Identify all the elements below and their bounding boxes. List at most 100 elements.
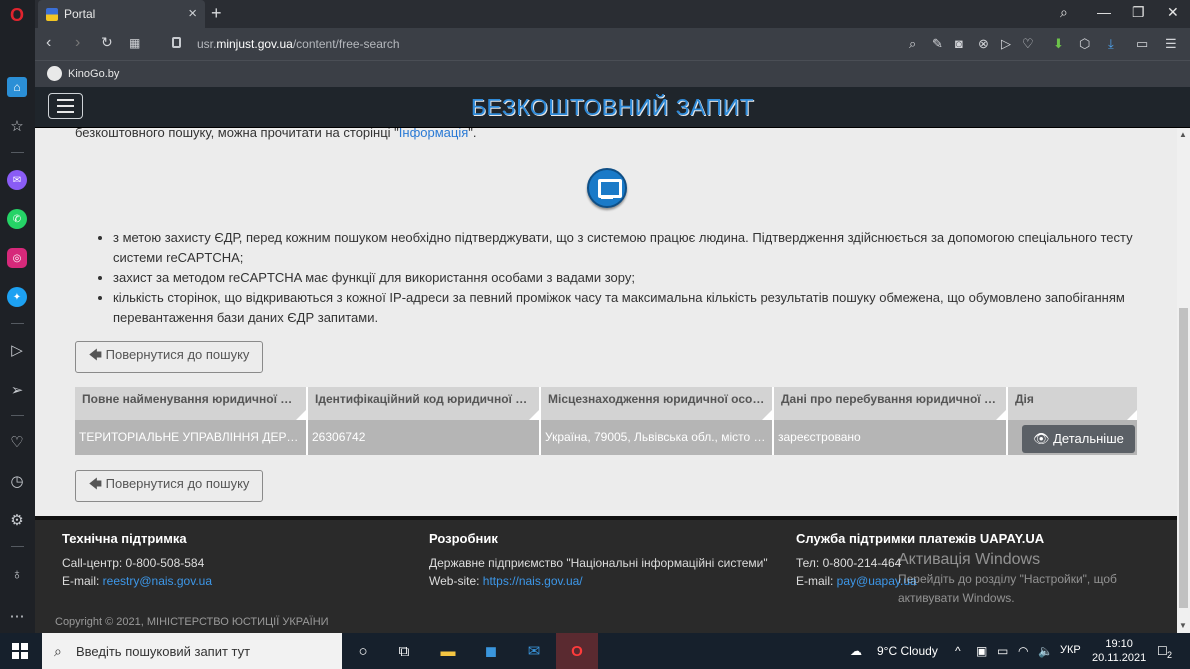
settings-icon[interactable]: ⚙ [7, 510, 27, 530]
flow-icon[interactable]: ▷ [1001, 36, 1011, 52]
page-title: БЕЗКОШТОВНИЙ ЗАПИТ [470, 94, 755, 120]
minimize-icon[interactable]: — [1097, 4, 1111, 20]
windows-start-icon[interactable] [12, 643, 28, 659]
close-icon[interactable]: ✕ [1167, 4, 1179, 21]
page-scrollbar[interactable]: ▲ ▼ [1177, 128, 1190, 633]
back-to-search-button[interactable]: 🡄 Повернутися до пошуку [75, 341, 263, 373]
mail-icon[interactable]: ✉ [523, 641, 545, 661]
kinogo-favicon-icon [47, 66, 62, 81]
tab-close-icon[interactable]: × [188, 5, 197, 22]
language-indicator[interactable]: УКР [1060, 644, 1081, 656]
taskbar-clock[interactable]: 19:10 20.11.2021 [1092, 637, 1146, 665]
info-link[interactable]: Інформація [399, 128, 469, 140]
list-item: захист за методом reCAPTCHA має функції … [113, 268, 1142, 288]
cell-action: 👁 Детальніше [1008, 420, 1137, 455]
support-email-link[interactable]: reestry@nais.gov.ua [103, 574, 212, 588]
column-header-action: Дія [1008, 387, 1137, 420]
bookmark-heart-icon[interactable]: ♡ [1022, 36, 1034, 52]
intro-text: безкоштовного пошуку, можна прочитати на… [75, 128, 477, 140]
tips-icon[interactable]: ♁ [7, 564, 27, 584]
support-title: Технічна підтримка [62, 531, 187, 546]
search-tabs-icon[interactable]: ⌕ [1060, 4, 1068, 21]
weather-icon[interactable]: ☁ [850, 644, 862, 658]
wifi-icon[interactable]: ◠ [1018, 644, 1028, 658]
weather-text[interactable]: 9°C Cloudy [877, 644, 938, 658]
sidebar-divider [11, 546, 24, 547]
instagram-icon[interactable]: ◎ [7, 248, 27, 268]
eye-icon: 👁 [1033, 431, 1054, 446]
battery-icon[interactable]: ▭ [997, 644, 1008, 658]
tab-portal[interactable]: Portal × [38, 0, 205, 28]
taskbar-search-input[interactable]: ⌕ Введіть пошуковий запит тут [42, 633, 342, 669]
developer-web-row: Web-site: https://nais.gov.ua/ [429, 574, 583, 588]
store-icon[interactable]: ◼ [480, 641, 502, 661]
tab-title: Portal [64, 7, 96, 21]
camera-icon[interactable]: ◙ [955, 36, 963, 51]
send-icon[interactable]: ➢ [7, 380, 27, 400]
downloads-icon[interactable]: ⤓ [1108, 36, 1114, 52]
windows-taskbar: ⌕ Введіть пошуковий запит тут ○ ⧉ ▬ ◼ ✉ … [0, 633, 1190, 669]
home-icon[interactable]: ⌂ [7, 77, 27, 97]
restore-icon[interactable]: ❐ [1132, 4, 1145, 21]
new-tab-button[interactable]: + [211, 3, 222, 24]
scroll-up-icon[interactable]: ▲ [1179, 130, 1187, 139]
opera-taskbar-icon[interactable]: O [556, 633, 598, 669]
url-field[interactable]: usr.minjust.gov.ua/content/free-search [197, 37, 400, 51]
lock-icon[interactable] [172, 37, 181, 48]
copyright: Copyright © 2021, МІНІСТЕРСТВО ЮСТИЦІЇ У… [55, 616, 329, 628]
edit-icon[interactable]: ✎ [932, 36, 943, 52]
reload-icon[interactable]: ↻ [101, 34, 113, 51]
column-header-code[interactable]: Ідентифікаційний код юридичної особи [308, 387, 541, 420]
info-list: з метою захисту ЄДР, перед кожним пошуко… [97, 228, 1142, 328]
support-email-row: E-mail: reestry@nais.gov.ua [62, 574, 213, 588]
bookmark-kinogo[interactable]: KinoGo.by [47, 66, 119, 81]
zoom-icon[interactable]: ⌕ [909, 36, 916, 52]
speed-dial-icon[interactable]: ☆ [7, 116, 27, 136]
scroll-down-icon[interactable]: ▼ [1179, 621, 1187, 630]
twitter-icon[interactable]: ✦ [7, 287, 27, 307]
scrollbar-thumb[interactable] [1179, 308, 1188, 608]
messenger-icon[interactable]: ✉ [7, 170, 27, 190]
sidebar-divider [11, 415, 24, 416]
search-icon: ⌕ [54, 643, 62, 659]
footer-support: Технічна підтримка Call-центр: 0-800-508… [62, 530, 212, 590]
bookmark-label: KinoGo.by [68, 67, 120, 80]
task-view-icon[interactable]: ⧉ [393, 641, 415, 661]
extension-download-icon[interactable]: ⬇ [1053, 36, 1064, 52]
tabs-grid-icon[interactable]: ▦ [129, 36, 140, 50]
adblock-icon[interactable]: ⊗ [978, 36, 989, 52]
forward-icon[interactable]: › [75, 34, 80, 52]
tab-strip: Portal × + ⌕ — ❐ ✕ [35, 0, 1190, 28]
site-header: БЕЗКОШТОВНИЙ ЗАПИТ [35, 87, 1190, 128]
tray-device-icon[interactable]: ▣ [976, 644, 987, 658]
windows-activation-watermark: Активація Windows Перейдіть до розділу "… [898, 551, 1117, 605]
column-header-address[interactable]: Місцезнаходження юридичної особи [541, 387, 774, 420]
whatsapp-icon[interactable]: ✆ [7, 209, 27, 229]
support-phone: Call-центр: 0-800-508-584 [62, 556, 205, 570]
volume-icon[interactable]: 🔈 [1038, 644, 1053, 658]
column-header-name[interactable]: Повне найменування юридичної особи [75, 387, 308, 420]
back-to-search-button-bottom[interactable]: 🡄 Повернутися до пошуку [75, 470, 263, 502]
notifications-count: 2 [1167, 650, 1173, 660]
details-button[interactable]: 👁 Детальніше [1022, 425, 1135, 453]
file-explorer-icon[interactable]: ▬ [437, 641, 459, 661]
more-icon[interactable]: ⋯ [7, 606, 27, 626]
cell-address: Україна, 79005, Львівська обл., місто Ль… [541, 420, 774, 455]
column-header-status[interactable]: Дані про перебування юридичної особи [774, 387, 1008, 420]
heart-icon[interactable]: ♡ [7, 432, 27, 452]
easy-setup-icon[interactable]: ☰ [1165, 36, 1177, 52]
cortana-icon[interactable]: ○ [352, 641, 374, 661]
sidebar-divider [11, 152, 24, 153]
extensions-cube-icon[interactable]: ⬡ [1079, 36, 1090, 52]
table-row[interactable]: ТЕРИТОРІАЛЬНЕ УПРАВЛІННЯ ДЕРЖАВНОЇ 26306… [75, 420, 1137, 455]
developer-web-link[interactable]: https://nais.gov.ua/ [483, 574, 583, 588]
history-icon[interactable]: ◷ [7, 471, 27, 491]
tray-chevron-icon[interactable]: ^ [955, 644, 961, 658]
player-icon[interactable]: ▷ [7, 340, 27, 360]
opera-logo-icon[interactable]: O [7, 5, 27, 25]
back-icon[interactable]: ‹ [46, 34, 51, 52]
details-label: Детальніше [1053, 431, 1124, 446]
favicon-icon [46, 7, 58, 21]
cell-name: ТЕРИТОРІАЛЬНЕ УПРАВЛІННЯ ДЕРЖАВНОЇ [75, 420, 308, 455]
battery-saver-icon[interactable]: ▭ [1136, 36, 1148, 52]
